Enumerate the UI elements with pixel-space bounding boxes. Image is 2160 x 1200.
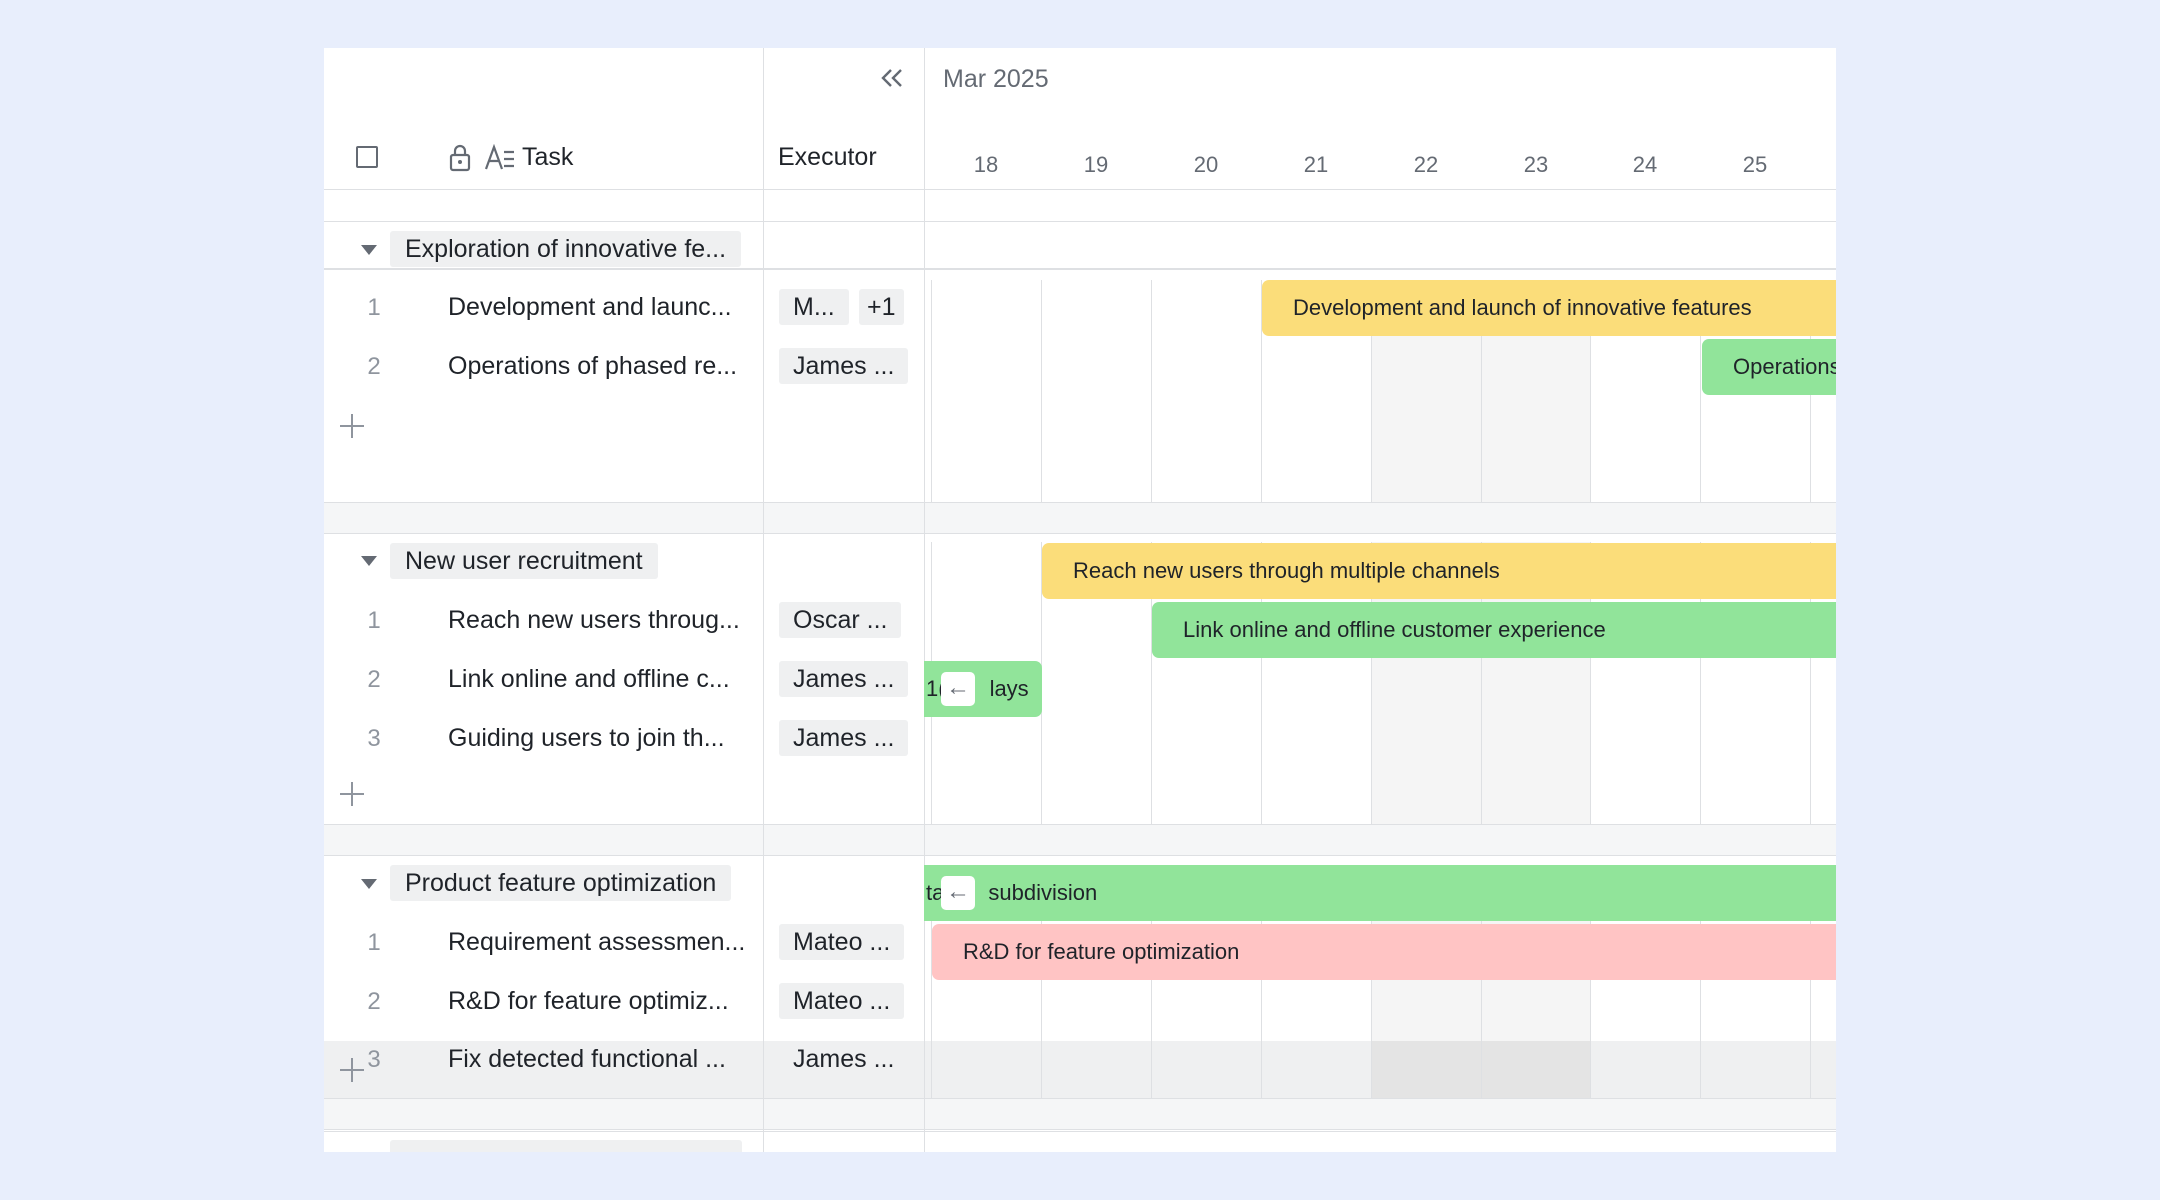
task-name[interactable]: Requirement assessmen... — [448, 928, 745, 957]
add-task-icon[interactable] — [340, 414, 364, 438]
row-index: 1 — [367, 607, 381, 634]
day-label: 19 — [1083, 152, 1109, 177]
executor-chip[interactable]: Mateo ... — [779, 924, 905, 960]
day-label: 22 — [1413, 152, 1439, 177]
day-label: 25 — [1742, 152, 1768, 177]
month-label: Mar 2025 — [943, 65, 1049, 93]
executor-chip[interactable]: James ... — [779, 720, 909, 756]
group-gap — [324, 1098, 1836, 1130]
lock-icon[interactable] — [448, 144, 472, 172]
task-column-header[interactable]: Task — [522, 143, 573, 172]
group-title-partial — [390, 1140, 742, 1152]
task-bar-offscreen[interactable]: ta subdivision — [924, 865, 1836, 921]
row-index: 2 — [367, 666, 381, 693]
row-index: 2 — [367, 353, 381, 380]
row-index: 3 — [367, 725, 381, 752]
add-task-icon[interactable] — [340, 1058, 364, 1082]
group-title[interactable]: Exploration of innovative fe... — [390, 231, 742, 267]
double-chevron-left-icon[interactable] — [880, 64, 904, 92]
task-name[interactable]: Fix detected functional ... — [448, 1045, 726, 1074]
executor-extra-chip[interactable]: +1 — [859, 289, 904, 325]
task-name[interactable]: Development and launc... — [448, 293, 732, 322]
executor-chip[interactable]: Mateo ... — [779, 983, 905, 1019]
row-index: 1 — [367, 929, 381, 956]
day-label: 20 — [1193, 152, 1219, 177]
group-title[interactable]: New user recruitment — [390, 543, 658, 579]
task-bar[interactable]: Development and launch of innovative fea… — [1262, 280, 1836, 336]
row-index: 1 — [367, 294, 381, 321]
task-bar[interactable]: Operations — [1702, 339, 1836, 395]
bar-label-fragment: subdivision — [988, 880, 1098, 905]
day-label: 24 — [1632, 152, 1658, 177]
row-index: 2 — [367, 988, 381, 1015]
executor-chip[interactable]: James ... — [779, 661, 909, 697]
task-bar[interactable]: R&D for feature optimization — [932, 924, 1836, 980]
gantt-view: Task Executor Mar 2025 18 19 20 21 22 23… — [324, 48, 1836, 1152]
bar-label-fragment: lays — [989, 676, 1029, 701]
add-task-icon[interactable] — [340, 782, 364, 806]
arrow-left-icon[interactable]: ← — [941, 672, 975, 706]
collapse-caret-icon[interactable] — [361, 879, 377, 889]
day-label: 23 — [1523, 152, 1549, 177]
task-name[interactable]: R&D for feature optimiz... — [448, 987, 729, 1016]
task-bar[interactable]: Link online and offline customer experie… — [1152, 602, 1836, 658]
group-gap — [324, 824, 1836, 856]
day-label: 21 — [1303, 152, 1329, 177]
arrow-left-icon[interactable]: ← — [941, 876, 975, 910]
select-all-checkbox[interactable] — [356, 146, 378, 168]
task-name[interactable]: Guiding users to join th... — [448, 724, 725, 753]
task-bar[interactable]: Reach new users through multiple channel… — [1042, 543, 1836, 599]
collapse-caret-icon[interactable] — [361, 556, 377, 566]
day-label: 18 — [973, 152, 999, 177]
executor-chip[interactable]: James ... — [779, 1041, 909, 1077]
executor-chip[interactable]: M... — [779, 289, 849, 325]
executor-chip[interactable]: James ... — [779, 348, 909, 384]
text-field-icon — [484, 143, 516, 172]
collapse-caret-icon[interactable] — [361, 245, 377, 255]
group-gap — [324, 502, 1836, 534]
row-index: 3 — [367, 1046, 381, 1073]
task-name[interactable]: Link online and offline c... — [448, 665, 730, 694]
task-name[interactable]: Operations of phased re... — [448, 352, 737, 381]
executor-column-header[interactable]: Executor — [778, 143, 877, 172]
executor-chip[interactable]: Oscar ... — [779, 602, 902, 638]
group-title[interactable]: Product feature optimization — [390, 865, 732, 901]
task-name[interactable]: Reach new users throug... — [448, 606, 740, 635]
